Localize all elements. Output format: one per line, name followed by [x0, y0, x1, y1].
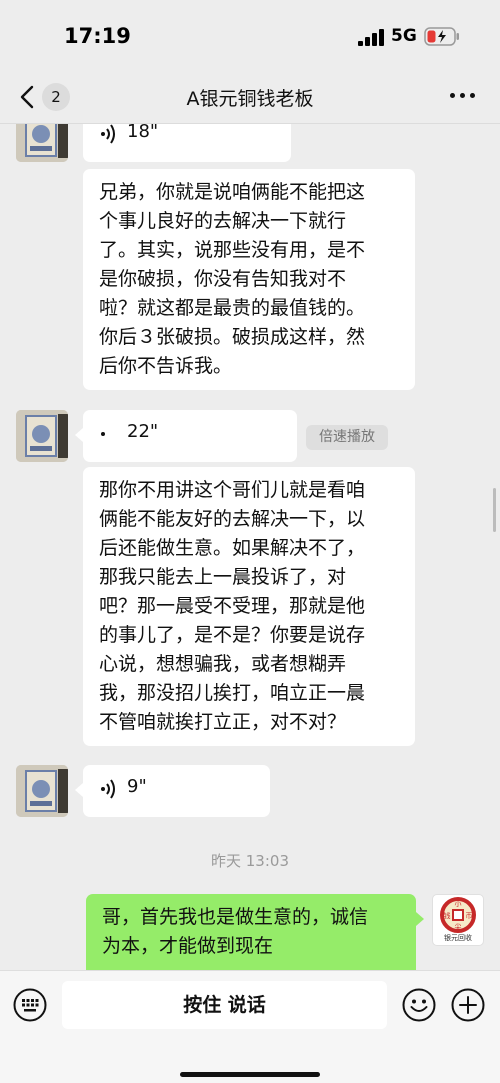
message-text: 哥，首先我也是做生意的，诚信 为本，才能做到现在 — [102, 906, 369, 957]
bubble-tail — [75, 428, 83, 442]
chat-title: A银元铜钱老板 — [186, 88, 314, 110]
text-message[interactable]: 那你不用讲这个哥们儿就是看咱 俩能不能友好的去解决一下，以 后还能做生意。如果解… — [83, 467, 415, 746]
avatar-caption: 银元回收 — [444, 934, 472, 942]
hold-to-talk-button[interactable]: 按住 说话 — [62, 981, 387, 1029]
voice-wave-icon — [101, 124, 115, 144]
voice-message[interactable]: 22" — [83, 410, 297, 462]
message-timestamp: 昨天 13:03 — [211, 852, 289, 870]
voice-message[interactable]: 18" — [83, 124, 291, 162]
scroll-indicator[interactable] — [493, 488, 496, 532]
message-text: 兄弟，你就是说咱俩能不能把这 个事儿良好的去解决一下就行 了。其实，说那些没有用… — [99, 181, 366, 377]
svg-text:尖: 尖 — [455, 922, 462, 931]
text-message[interactable]: 兄弟，你就是说咱俩能不能把这 个事儿良好的去解决一下就行 了。其实，说那些没有用… — [83, 169, 415, 390]
coin-logo-icon: 小 钱 币 尖 — [440, 897, 476, 933]
voice-wave-icon — [101, 432, 105, 436]
contact-avatar[interactable] — [16, 124, 68, 162]
svg-text:钱: 钱 — [444, 911, 451, 920]
plus-icon[interactable] — [451, 988, 485, 1022]
more-dots-icon[interactable] — [450, 92, 476, 100]
svg-text:小: 小 — [455, 899, 462, 908]
status-time: 17:19 — [64, 24, 131, 48]
playback-speed-button[interactable]: 倍速播放 — [306, 425, 388, 450]
message-text: 那你不用讲这个哥们儿就是看咱 俩能不能友好的去解决一下，以 后还能做生意。如果解… — [99, 479, 366, 733]
status-bar: 17:19 5G — [0, 0, 500, 72]
signal-icon — [358, 29, 384, 46]
voice-duration: 22" — [127, 421, 159, 442]
contact-avatar[interactable] — [16, 410, 68, 462]
bubble-tail — [416, 912, 424, 926]
keyboard-icon[interactable] — [13, 988, 47, 1022]
chat-header: 2 A银元铜钱老板 — [0, 72, 500, 124]
battery-icon — [424, 27, 459, 46]
voice-duration: 18" — [127, 124, 159, 142]
emoji-icon[interactable] — [402, 988, 436, 1022]
contact-avatar[interactable] — [16, 765, 68, 817]
voice-message[interactable]: 9" — [83, 765, 270, 817]
svg-text:币: 币 — [466, 912, 473, 920]
my-text-message[interactable]: 哥，首先我也是做生意的，诚信 为本，才能做到现在 — [86, 894, 416, 970]
voice-wave-icon — [101, 779, 115, 799]
bubble-tail — [75, 783, 83, 797]
voice-duration: 9" — [127, 776, 147, 797]
message-list[interactable]: 18" 兄弟，你就是说咱俩能不能把这 个事儿良好的去解决一下就行 了。其实，说那… — [0, 124, 500, 970]
my-avatar[interactable]: 小 钱 币 尖 银元回收 — [432, 894, 484, 946]
input-bar: 按住 说话 — [0, 970, 500, 1083]
home-indicator — [180, 1072, 320, 1077]
network-label: 5G — [391, 26, 417, 46]
